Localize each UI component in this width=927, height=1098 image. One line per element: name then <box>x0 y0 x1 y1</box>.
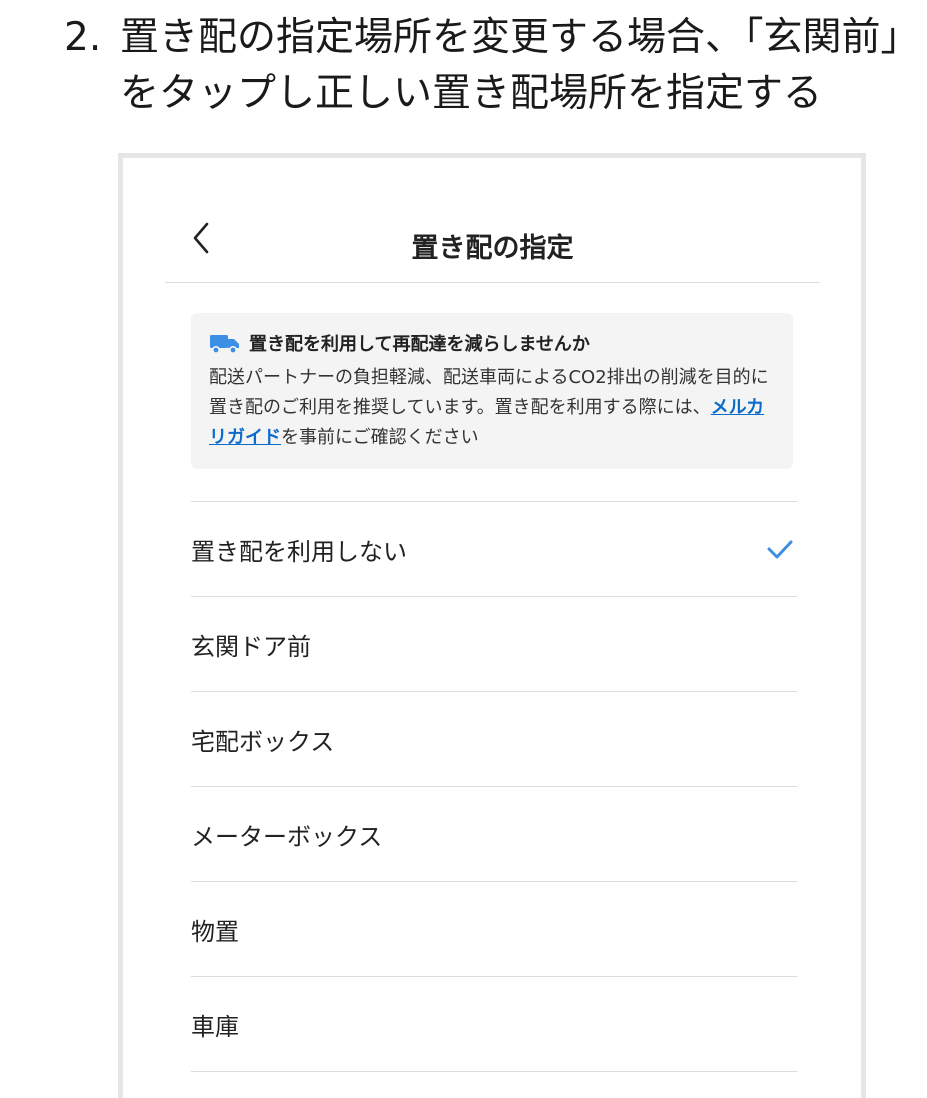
notice-header: 置き配を利用して再配達を減らしませんか <box>209 327 775 359</box>
option-front-door[interactable]: 玄関ドア前 <box>191 597 797 692</box>
option-meter-box[interactable]: メーターボックス <box>191 787 797 882</box>
step-number: 2. <box>64 15 102 60</box>
option-label: 物置 <box>191 917 239 946</box>
notice-text-after-link: を事前にご確認ください <box>281 427 479 448</box>
instruction-step: 2. 置き配の指定場所を変更する場合、「玄関前」をタップし正しい置き配場所を指定… <box>64 10 914 122</box>
step-text: 置き配の指定場所を変更する場合、「玄関前」をタップし正しい置き配場所を指定する <box>120 15 901 116</box>
option-label: メーターボックス <box>191 822 383 851</box>
delivery-truck-icon <box>210 335 239 354</box>
checkmark-icon <box>767 540 793 559</box>
option-label: 宅配ボックス <box>191 727 335 756</box>
placement-option-list: 置き配を利用しない 玄関ドア前 宅配ボックス メーターボックス 物置 車庫 <box>191 501 797 1072</box>
option-storage-shed[interactable]: 物置 <box>191 882 797 977</box>
notice-text: 配送パートナーの負担軽減、配送車両によるCO2排出の削減を目的に置き配のご利用を… <box>209 367 769 418</box>
option-label: 玄関ドア前 <box>191 632 311 661</box>
option-no-placement[interactable]: 置き配を利用しない <box>191 502 797 597</box>
option-label: 置き配を利用しない <box>191 537 407 566</box>
option-delivery-box[interactable]: 宅配ボックス <box>191 692 797 787</box>
recommendation-notice: 置き配を利用して再配達を減らしませんか 配送パートナーの負担軽減、配送車両による… <box>191 313 793 469</box>
option-label: 車庫 <box>191 1012 239 1041</box>
notice-body: 配送パートナーの負担軽減、配送車両によるCO2排出の削減を目的に置き配のご利用を… <box>209 363 775 453</box>
option-garage[interactable]: 車庫 <box>191 977 797 1072</box>
navigation-bar: 置き配の指定 <box>165 158 820 283</box>
notice-heading: 置き配を利用して再配達を減らしませんか <box>249 334 590 355</box>
phone-screenshot: 置き配の指定 置き配を利用して再配達を減らしませんか 配送パートナーの負担軽減、… <box>118 153 866 1098</box>
page-title: 置き配の指定 <box>411 233 574 264</box>
